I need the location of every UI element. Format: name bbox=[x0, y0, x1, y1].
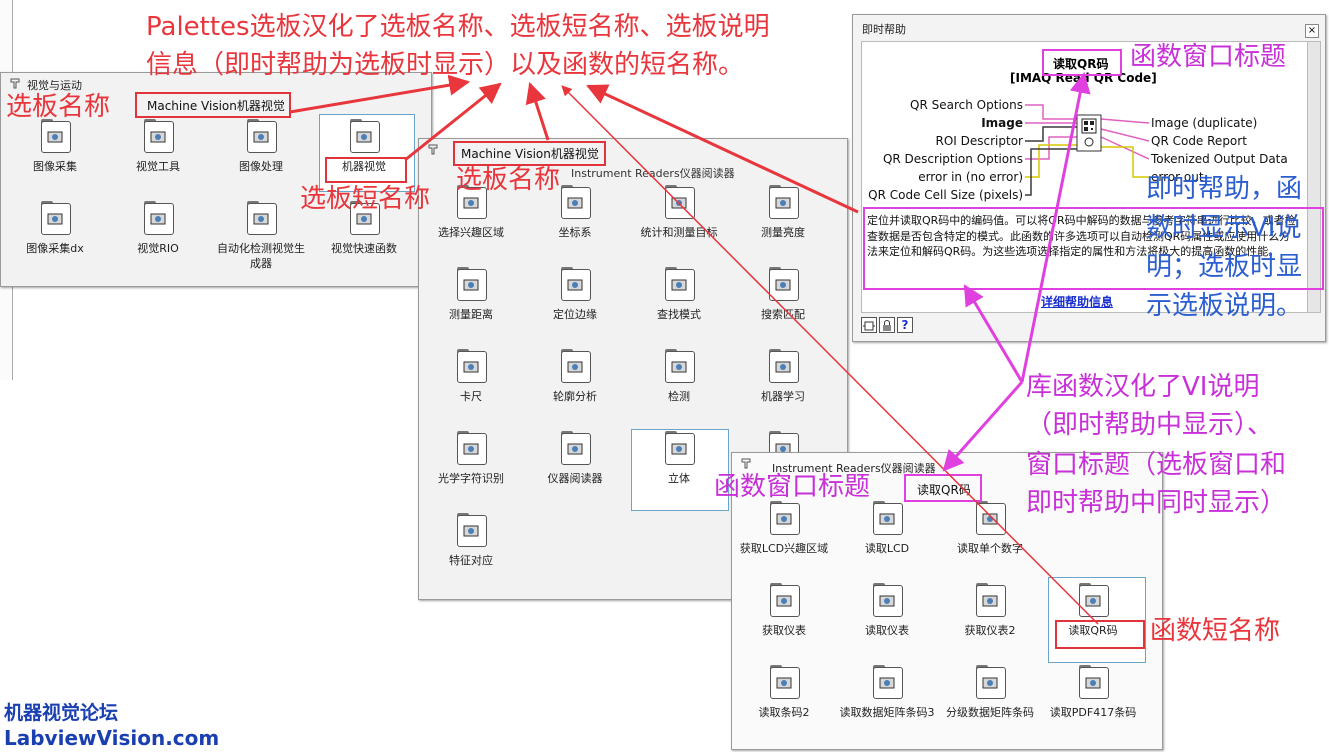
annotation-lib-4: 即时帮助中同时显示） bbox=[1026, 488, 1287, 518]
annotation-context-help-3: 明；选板时显 bbox=[1146, 252, 1303, 282]
annotation-palette-name-2: 选板名称 bbox=[456, 165, 561, 195]
annotation-palette-name-1: 选板名称 bbox=[6, 92, 111, 122]
annotation-context-help-1: 即时帮助，函 bbox=[1146, 174, 1303, 204]
annotation-context-help-2: 数时显示VI说 bbox=[1146, 213, 1302, 243]
forum-url[interactable]: LabviewVision.com bbox=[4, 726, 219, 750]
annotation-palette-short-name: 选板短名称 bbox=[300, 184, 431, 214]
annotation-lib-3: 窗口标题（选板窗口和 bbox=[1026, 450, 1287, 480]
annotation-lib-2: （即时帮助中显示）、 bbox=[1026, 410, 1274, 440]
annotation-context-help-4: 示选板说明。 bbox=[1146, 291, 1303, 321]
annotation-palettes-line2: 信息（即时帮助为选板时显示）以及函数的短名称。 bbox=[146, 50, 745, 80]
annotation-palettes-line1: Palettes选板汉化了选板名称、选板短名称、选板说明 bbox=[146, 12, 770, 42]
annotation-lib-1: 库函数汉化了VI说明 bbox=[1026, 372, 1260, 402]
annotation-func-window-title-mid: 函数窗口标题 bbox=[714, 472, 871, 502]
annotation-func-short-name: 函数短名称 bbox=[1150, 616, 1281, 646]
annotation-func-window-title-top: 函数窗口标题 bbox=[1130, 42, 1287, 72]
forum-name: 机器视觉论坛 bbox=[4, 702, 119, 724]
